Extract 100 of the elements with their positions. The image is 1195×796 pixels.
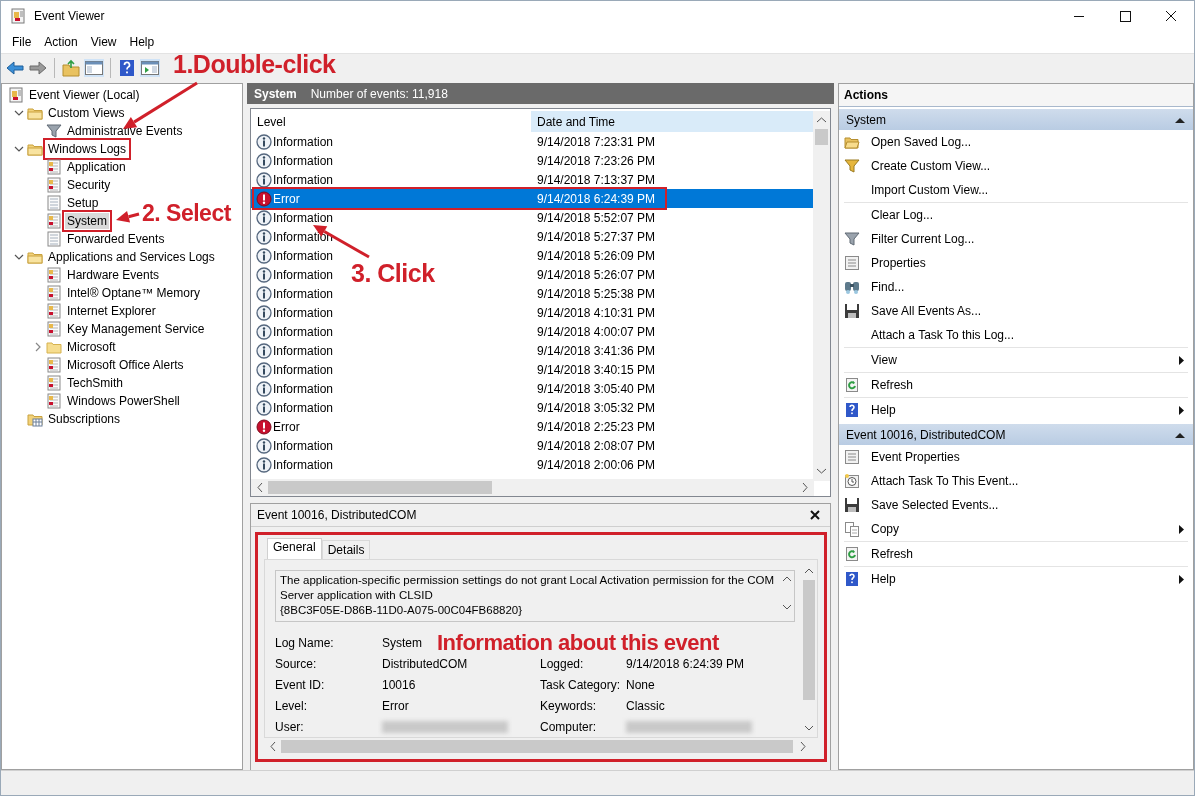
tree-item[interactable]: System [65,213,109,229]
pane-link[interactable]: Create Custom View... [839,154,1193,178]
field-value: Classic [626,698,665,713]
menu-item[interactable]: View [83,33,123,51]
info-icon [256,323,272,340]
binoculars-icon [844,279,860,295]
log-icon [46,177,62,193]
pane-link[interactable]: Clear Log... [839,203,1193,227]
pane-link[interactable]: Attach a Task To this Log... [839,323,1193,347]
field-label: User: [275,719,304,734]
pane-link[interactable]: Copy [839,517,1193,541]
pane-link[interactable]: Save All Events As... [839,299,1193,323]
level-text: Information [273,381,334,396]
tree-item[interactable]: Applications and Services Logs [46,249,217,265]
tab[interactable]: Details [321,540,371,559]
back-button[interactable] [5,59,25,77]
folder-icon [27,249,43,265]
tree-item[interactable]: Internet Explorer [65,303,158,319]
tree-item[interactable]: Forwarded Events [65,231,167,247]
error-icon [256,190,272,207]
pane-link[interactable]: Filter Current Log... [839,227,1193,251]
tree-item[interactable]: Windows Logs [46,141,129,157]
level-text: Information [273,172,334,187]
properties-icon [844,255,860,271]
collapse-arrow-icon[interactable] [1175,116,1185,123]
menu-item[interactable]: Action [37,33,84,51]
info-icon [256,209,272,226]
window-title: Event Viewer [34,9,105,23]
tree-item[interactable]: Administrative Events [65,123,185,139]
pane-link[interactable]: Properties [839,251,1193,275]
tree-item[interactable]: Subscriptions [46,411,123,427]
tree-item[interactable]: Custom Views [46,105,127,121]
pane-link[interactable]: Help [839,567,1193,591]
field-value: System [382,635,422,650]
tree-item[interactable]: Microsoft [65,339,118,355]
log-icon [46,393,62,409]
info-icon [256,399,272,416]
chevron-down-icon[interactable] [13,110,24,116]
help-button[interactable] [117,59,137,77]
tab[interactable]: General [267,538,322,559]
tree-item[interactable]: Security [65,177,113,193]
pane-link[interactable]: Refresh [839,542,1193,566]
tree-item[interactable]: Hardware Events [65,267,162,283]
pane-link[interactable]: Find... [839,275,1193,299]
level-text: Information [273,229,334,244]
pane-link[interactable]: Refresh [839,373,1193,397]
info-icon [256,342,272,359]
tree-item[interactable]: Key Management Service [65,321,207,337]
tree-item[interactable]: Windows PowerShell [65,393,182,409]
selected-row[interactable]: Error 9/14/2018 6:24:39 PM [251,189,814,208]
pane-link[interactable]: Save Selected Events... [839,493,1193,517]
log-icon [46,321,62,337]
date-text: 9/14/2018 5:25:38 PM [536,286,656,301]
level-text: Information [273,343,334,358]
annotation-label: 3. Click [351,260,435,287]
tree-item[interactable]: Event Viewer (Local) [27,87,142,103]
pane-link[interactable]: Open Saved Log... [839,130,1193,154]
chevron-down-icon[interactable] [13,146,24,152]
chevron-down-icon[interactable] [13,254,24,260]
section-header[interactable]: Event 10016, DistributedCOM [839,424,1193,445]
column-header[interactable]: Level [251,111,531,132]
forward-button[interactable] [28,59,48,77]
column-header[interactable]: Date and Time [531,111,814,132]
pane-link[interactable]: Help [839,398,1193,422]
info-icon [256,247,272,264]
collapse-arrow-icon[interactable] [1175,431,1185,438]
folder-icon [844,134,860,150]
tree-item[interactable]: Application [65,159,128,175]
pane-link[interactable]: View [839,348,1193,372]
refresh-icon [844,546,860,562]
pane-link[interactable]: Attach Task To This Event... [839,469,1193,493]
pane-link[interactable]: Event Properties [839,445,1193,469]
date-text: 9/14/2018 7:13:37 PM [536,172,656,187]
annotation-label: 1.Double-click [173,51,336,78]
up-folder-button[interactable] [61,59,81,77]
clock-icon [844,473,860,489]
tree-item[interactable]: TechSmith [65,375,126,391]
help-icon [844,402,860,418]
action-pane-button[interactable] [140,59,160,77]
log-icon [46,267,62,283]
menu-item[interactable]: Help [122,33,161,51]
pane-link[interactable]: Import Custom View... [839,178,1193,202]
info-icon [256,456,272,473]
level-text: Information [273,210,334,225]
field-label: Logged: [540,656,584,671]
console-tree-button[interactable] [84,59,104,77]
date-text: 9/14/2018 3:05:40 PM [536,381,656,396]
field-label: Source: [275,656,317,671]
section-header[interactable]: System [839,109,1193,130]
log-icon [46,159,62,175]
tree-item[interactable]: Intel® Optane™ Memory [65,285,202,301]
date-text: 9/14/2018 6:24:39 PM [536,191,656,206]
log-title: System [254,86,297,101]
close-icon[interactable] [810,510,820,520]
tree-item[interactable]: Setup [65,195,101,211]
tree-item[interactable]: Microsoft Office Alerts [65,357,186,373]
menu-item[interactable]: File [5,33,38,51]
app-icon [10,8,26,24]
chevron-right-icon[interactable] [34,342,41,352]
folder-icon [27,105,43,121]
